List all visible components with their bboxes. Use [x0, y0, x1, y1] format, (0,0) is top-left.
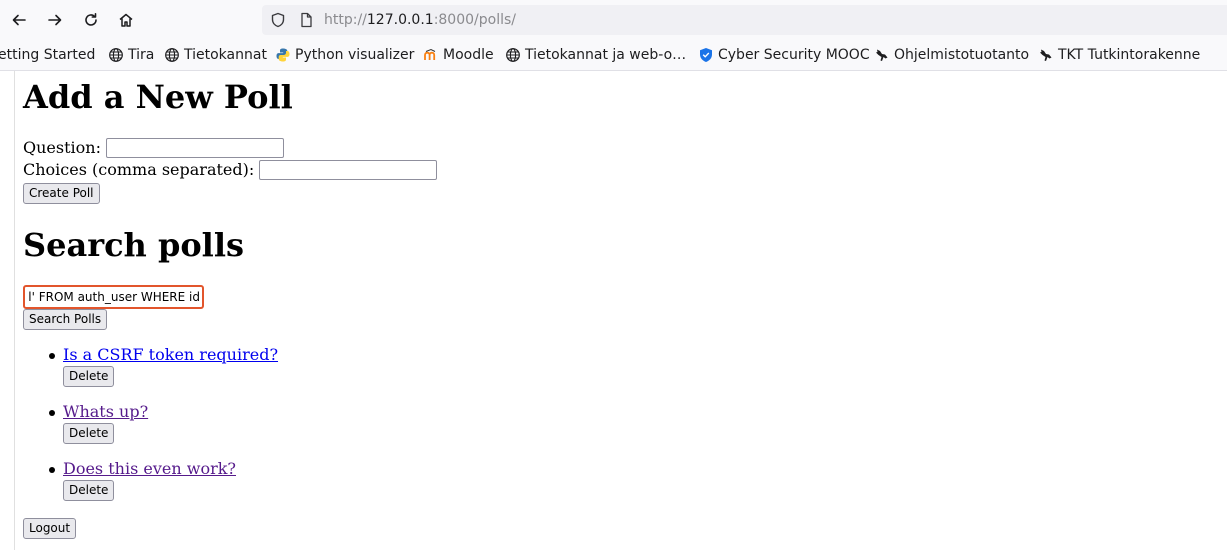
- delete-poll-button[interactable]: Delete: [63, 423, 115, 444]
- url-host: 127.0.0.1: [366, 12, 434, 28]
- delete-poll-button[interactable]: Delete: [63, 366, 115, 387]
- kangaroo-icon: [876, 49, 888, 61]
- bookmark-label: Ohjelmistotuotanto: [894, 47, 1030, 63]
- bookmark-moodle[interactable]: Moodle: [423, 45, 494, 65]
- url-path: :8000/polls/: [433, 12, 516, 28]
- poll-link-does-this-work[interactable]: Does this even work?: [63, 459, 236, 479]
- address-bar[interactable]: http://127.0.0.1:8000/polls/: [262, 5, 1227, 35]
- bookmark-tietokannat-ja-web[interactable]: Tietokannat ja web-o…: [505, 45, 686, 65]
- bookmark-cyber-security-mooc[interactable]: Cyber Security MOOC: [698, 45, 870, 65]
- reload-button[interactable]: [79, 8, 103, 32]
- reload-icon: [85, 13, 97, 26]
- poll-link-csrf[interactable]: Is a CSRF token required?: [63, 345, 278, 365]
- kangaroo-icon: [1040, 49, 1052, 61]
- bookmark-label: TKT Tutkintorakenne: [1058, 47, 1201, 63]
- bookmark-label: Tira: [128, 47, 155, 63]
- arrow-right-icon: [48, 14, 62, 26]
- globe-icon: [506, 48, 520, 62]
- bookmark-python-visualizer[interactable]: Python visualizer: [275, 45, 414, 65]
- bookmark-tietokannat[interactable]: Tietokannat: [164, 45, 267, 65]
- bookmarks-toolbar: etting Started Tira Tietokannat Python v…: [0, 40, 1227, 71]
- list-bullet: [49, 353, 55, 359]
- home-button[interactable]: [114, 8, 138, 32]
- bookmark-label: Python visualizer: [295, 47, 415, 63]
- forward-button[interactable]: [43, 8, 67, 32]
- logout-button[interactable]: Logout: [23, 518, 77, 539]
- add-poll-heading: Add a New Poll: [23, 78, 293, 116]
- url-text[interactable]: http://127.0.0.1:8000/polls/: [324, 11, 516, 29]
- globe-icon: [109, 48, 123, 62]
- python-icon: [276, 48, 290, 62]
- home-icon: [119, 13, 133, 27]
- search-input[interactable]: l' FROM auth_user WHERE id: [23, 285, 204, 309]
- choices-label: Choices (comma separated):: [23, 160, 255, 179]
- shield-icon: [700, 48, 712, 62]
- bookmark-ohjelmistotuotanto[interactable]: Ohjelmistotuotanto: [874, 45, 1029, 65]
- bookmark-tkt-tutkintorakenne[interactable]: TKT Tutkintorakenne: [1038, 45, 1200, 65]
- search-input-value: l' FROM auth_user WHERE id: [28, 290, 200, 304]
- search-polls-button[interactable]: Search Polls: [23, 309, 108, 330]
- list-bullet: [49, 410, 55, 416]
- bookmark-getting-started[interactable]: etting Started: [0, 45, 95, 65]
- back-button[interactable]: [7, 8, 31, 32]
- page-info-icon[interactable]: [298, 12, 314, 28]
- delete-poll-button[interactable]: Delete: [63, 480, 115, 501]
- question-input[interactable]: [106, 138, 284, 158]
- moodle-icon: [424, 48, 436, 60]
- list-bullet: [49, 467, 55, 473]
- url-prefix: http://: [324, 12, 367, 28]
- bookmark-label: etting Started: [0, 47, 96, 63]
- page-content: Add a New Poll Question: Choices (comma …: [14, 71, 1227, 550]
- search-polls-heading: Search polls: [23, 226, 244, 264]
- browser-toolbar: http://127.0.0.1:8000/polls/: [0, 0, 1227, 40]
- bookmark-label: Cyber Security MOOC: [718, 47, 870, 63]
- arrow-left-icon: [12, 14, 26, 26]
- poll-link-whats-up[interactable]: Whats up?: [63, 402, 148, 422]
- globe-icon: [165, 48, 179, 62]
- bookmark-label: Tietokannat ja web-o…: [525, 47, 687, 63]
- choices-input[interactable]: [259, 160, 437, 180]
- question-label: Question:: [23, 138, 101, 157]
- bookmark-label: Moodle: [443, 47, 494, 63]
- tracking-protection-shield-icon[interactable]: [270, 12, 286, 28]
- bookmark-label: Tietokannat: [184, 47, 267, 63]
- create-poll-button[interactable]: Create Poll: [23, 183, 100, 204]
- bookmark-tira[interactable]: Tira: [108, 45, 154, 65]
